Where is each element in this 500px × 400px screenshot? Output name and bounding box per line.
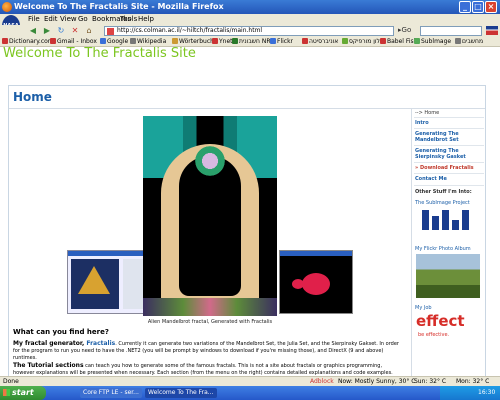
taskbar-item-coreftp[interactable]: Core FTP LE - ser... — [80, 388, 142, 398]
sidebar-other-heading: Other Stuff I'm Into: — [415, 189, 472, 195]
bookmark-item[interactable]: Sublmage — [414, 38, 451, 45]
flickr-photo[interactable] — [416, 254, 480, 298]
flickr-album-link[interactable]: My Flickr Photo Album — [415, 246, 471, 252]
address-url: http://cs.colman.ac.il/~hiltch/fractalis… — [117, 27, 263, 34]
maximize-button[interactable]: □ — [472, 1, 484, 13]
start-button[interactable]: start — [0, 386, 46, 400]
sierpinsky-screenshot — [67, 250, 147, 314]
system-tray: 16:30 — [440, 386, 500, 400]
generator-paragraph: My fractal generator, Fractalis. Current… — [13, 340, 399, 361]
clock: 16:30 — [478, 389, 496, 396]
bookmark-item[interactable]: Babel Fish — [380, 38, 417, 45]
tutorial-paragraph: The Tutorial sections can teach you how … — [13, 362, 393, 376]
address-bar[interactable]: http://cs.colman.ac.il/~hiltch/fractalis… — [104, 26, 394, 36]
bookmark-item[interactable]: מחשבים — [455, 38, 483, 45]
main-column: Alien Mandelbrot fractal, Generated with… — [9, 108, 409, 376]
sierpinsky-triangle-icon — [78, 266, 110, 294]
fractalis-link[interactable]: Fractalis — [86, 340, 115, 347]
image-caption: Alien Mandelbrot fractal, Generated with… — [147, 319, 273, 325]
forward-arrow-icon[interactable]: ▶ — [42, 26, 52, 36]
effect-tagline: be effective. — [418, 332, 450, 338]
menu-view[interactable]: View — [60, 15, 77, 23]
alien-mandelbrot-image — [143, 116, 277, 316]
menu-tools[interactable]: Tools — [120, 15, 137, 23]
bookmark-item[interactable]: Wörterbuch — [172, 38, 214, 45]
window-titlebar: Welcome To The Fractalis Site - Mozilla … — [0, 0, 500, 14]
search-input[interactable] — [420, 26, 482, 36]
bookmarks-toolbar: Dictionary.com Gmail - Inbox Google Wikiped… — [0, 37, 500, 47]
sidebar-item-contact[interactable]: Contact Me — [415, 176, 483, 182]
page-title: Home — [13, 90, 52, 104]
bookmark-item[interactable]: Gmail - Inbox — [50, 38, 97, 45]
sidebar-item-intro[interactable]: Intro — [415, 120, 483, 126]
bookmark-item[interactable]: Wikipedia — [130, 38, 166, 45]
sidebar: --> Home Intro Generating The Mandelbrot… — [411, 108, 485, 376]
menu-help[interactable]: Help — [138, 15, 154, 23]
sublimage-link[interactable]: The SubImage Project — [415, 200, 470, 206]
taskbar: start Core FTP LE - ser... Welcome To Th… — [0, 386, 500, 400]
window-title: Welcome To The Fractalis Site - Mozilla … — [14, 2, 224, 11]
page-content: Welcome To The Fractalis Site Home Alien… — [0, 47, 500, 376]
sidebar-home-link[interactable]: --> Home — [415, 110, 439, 116]
menu-bar: NASA File Edit View Go Bookmarks Tools H… — [0, 14, 500, 37]
weather-mon: Mon: 32° C — [456, 378, 490, 385]
weather-now: Now: Mostly Sunny, 30° C — [338, 378, 416, 385]
go-button[interactable]: ▸Go — [398, 26, 411, 34]
minimize-button[interactable]: _ — [459, 1, 471, 13]
navigation-toolbar: ◀ ▶ ↻ ✕ ⌂ http://cs.colman.ac.il/~hiltch… — [0, 25, 500, 37]
stop-icon[interactable]: ✕ — [70, 26, 80, 36]
adblock-label[interactable]: Adblock — [310, 378, 334, 385]
taskbar-item-firefox[interactable]: Welcome To The Fra... — [145, 388, 217, 398]
bookmark-item[interactable]: Dictionary.com — [2, 38, 54, 45]
bookmark-item[interactable]: מילון מורפיקס — [342, 38, 385, 45]
sidebar-item-mandelbrot[interactable]: Generating The Mandelbrot Set — [415, 131, 483, 143]
bookmark-item[interactable]: Google — [100, 38, 128, 45]
firefox-icon — [2, 2, 12, 12]
mandelbrot-set-icon — [302, 273, 330, 295]
menu-file[interactable]: File — [28, 15, 40, 23]
home-icon[interactable]: ⌂ — [84, 26, 94, 36]
bookmark-item[interactable]: אוניברסיטה — [302, 38, 338, 45]
effect-logo[interactable]: effect — [416, 312, 465, 330]
back-arrow-icon[interactable]: ◀ — [28, 26, 38, 36]
site-title: Welcome To The Fractalis Site — [3, 47, 196, 61]
page-panel: Home Alien Mandelbrot fractal, Generated… — [8, 85, 486, 376]
menu-go[interactable]: Go — [78, 15, 88, 23]
section-heading: What can you find here? — [13, 328, 109, 336]
sublimage-logo[interactable] — [416, 208, 476, 238]
bookmark-item[interactable]: Flickr — [270, 38, 293, 45]
sidebar-item-download[interactable]: Download Fractalis — [415, 165, 483, 171]
status-bar: Done Adblock Now: Mostly Sunny, 30° C Su… — [0, 376, 500, 386]
bookmark-item[interactable]: Ynet — [212, 38, 233, 45]
page-favicon-icon — [107, 28, 114, 35]
close-button[interactable]: × — [485, 1, 497, 13]
menu-edit[interactable]: Edit — [44, 15, 58, 23]
bookmark-item[interactable]: חשבונית NRG — [232, 38, 275, 45]
reload-icon[interactable]: ↻ — [56, 26, 66, 36]
flag-icon — [486, 26, 498, 35]
sidebar-item-sierpinsky[interactable]: Generating The Sierpinsky Gasket — [415, 148, 483, 160]
mandelbrot-screenshot — [279, 250, 353, 314]
status-text: Done — [3, 378, 19, 385]
weather-sun: Sun: 32° C — [414, 378, 447, 385]
job-link[interactable]: My Job — [415, 305, 432, 311]
